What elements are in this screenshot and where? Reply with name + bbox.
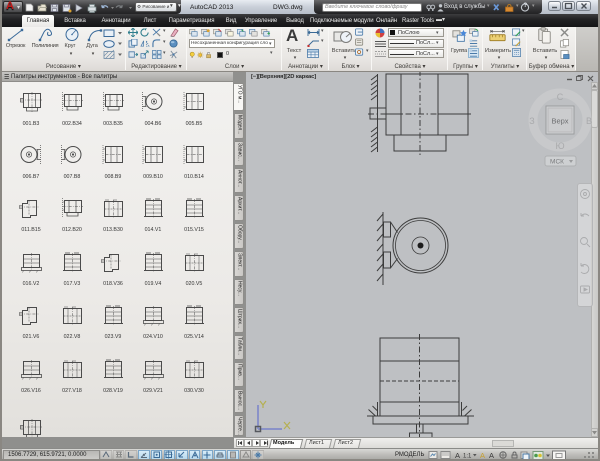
svg-text:МСК: МСК [550, 159, 564, 166]
svg-text:Ю: Ю [555, 141, 564, 151]
svg-text:С: С [557, 92, 564, 102]
svg-text:Верх: Верх [551, 117, 568, 126]
svg-text:1:1: 1:1 [463, 453, 472, 459]
svg-text:В: В [586, 116, 592, 126]
svg-text:З: З [529, 116, 534, 126]
svg-text:А: А [489, 451, 494, 460]
svg-text:А: А [455, 451, 460, 460]
svg-text:А: А [480, 451, 485, 460]
